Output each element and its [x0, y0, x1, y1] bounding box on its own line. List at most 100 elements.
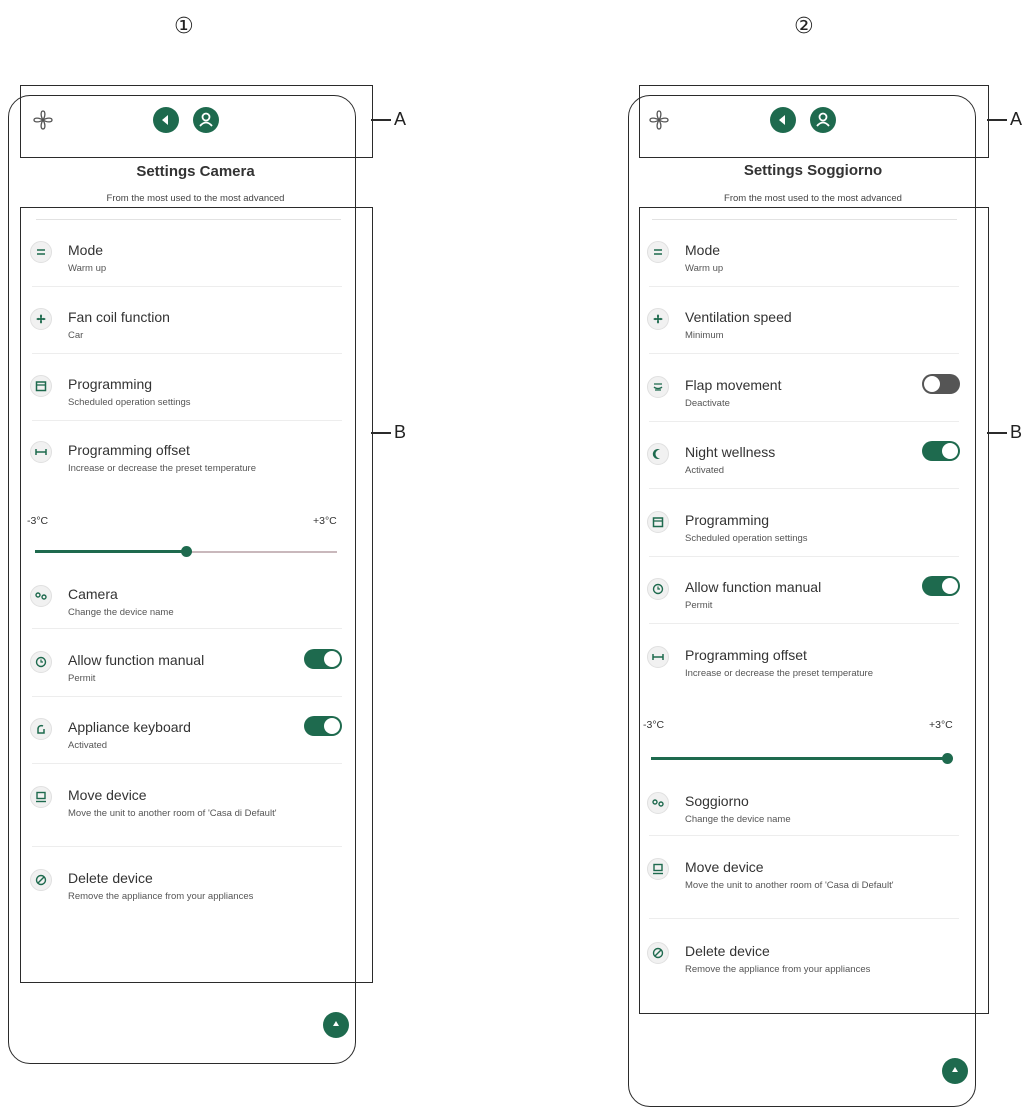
allow-function-manual-toggle[interactable]: [922, 576, 960, 596]
callout-label-a: A: [394, 109, 407, 129]
flap-movement-toggle[interactable]: [922, 374, 960, 394]
toggle-knob: [324, 651, 340, 667]
setting-label: Allow function manual: [685, 579, 822, 595]
setting-value: Warm up: [68, 263, 107, 274]
setting-label: Soggiorno: [685, 793, 749, 809]
setting-value: Deactivate: [685, 398, 730, 409]
page-title: Settings Soggiorno: [743, 162, 883, 179]
divider: [649, 421, 959, 422]
back-arrow-icon: [162, 115, 168, 125]
offset-icon: [647, 646, 669, 668]
divider: [32, 628, 342, 629]
setting-value: Permit: [685, 600, 713, 611]
page-subtitle: From the most used to the most advanced: [724, 193, 902, 204]
offset-slider-fill: [651, 757, 947, 760]
fan-logo-icon: [649, 110, 669, 130]
move-icon: [30, 786, 52, 808]
fan-logo-icon: [33, 110, 53, 130]
manual-icon: [647, 578, 669, 600]
page-title: Settings Camera: [136, 163, 255, 180]
user-icon: [816, 112, 830, 127]
divider: [649, 556, 959, 557]
delete-icon: [647, 942, 669, 964]
setting-value: Minimum: [685, 330, 724, 341]
divider: [32, 846, 342, 847]
divider: [36, 219, 341, 220]
callout-label-b: B: [394, 422, 407, 442]
user-button[interactable]: [810, 107, 836, 133]
callout-line-a: [987, 119, 1007, 121]
setting-label: Delete device: [68, 870, 153, 886]
callout-line-b: [987, 432, 1007, 434]
setting-label: Mode: [685, 242, 721, 258]
appliance-keyboard-toggle[interactable]: [304, 716, 342, 736]
setting-value: Change the device name: [68, 607, 174, 618]
setting-label: Programming: [685, 512, 770, 528]
back-arrow-icon: [779, 115, 785, 125]
divider: [32, 420, 342, 421]
night-wellness-toggle[interactable]: [922, 441, 960, 461]
callout-label-a: A: [1010, 109, 1023, 129]
rename-icon: [30, 585, 52, 607]
setting-label: Ventilation speed: [685, 309, 792, 325]
moon-icon: [647, 443, 669, 465]
back-button[interactable]: [770, 107, 796, 133]
divider: [32, 696, 342, 697]
divider: [649, 488, 959, 489]
setting-label: Allow function manual: [68, 652, 205, 668]
offset-slider-thumb[interactable]: [941, 753, 953, 764]
setting-label: Flap movement: [685, 377, 782, 393]
divider: [649, 835, 959, 836]
setting-value: Remove the appliance from your appliance…: [68, 891, 254, 902]
setting-value: Increase or decrease the preset temperat…: [68, 463, 256, 474]
rename-icon: [647, 792, 669, 814]
setting-value: Activated: [685, 465, 725, 476]
setting-value: Permit: [68, 673, 96, 684]
allow-function-manual-toggle[interactable]: [304, 649, 342, 669]
setting-value: Scheduled operation settings: [685, 533, 808, 544]
scroll-top-button[interactable]: [942, 1058, 968, 1084]
setting-label: Programming offset: [68, 442, 190, 458]
divider: [652, 219, 957, 220]
slider-min-label: -3°C: [27, 515, 49, 527]
scroll-top-button[interactable]: [323, 1012, 349, 1038]
setting-value: Increase or decrease the preset temperat…: [685, 668, 873, 679]
flap-icon: [647, 376, 669, 398]
calendar-icon: [30, 375, 52, 397]
screen-number: ②: [794, 14, 814, 39]
delete-icon: [30, 869, 52, 891]
divider: [32, 763, 342, 764]
manual-icon: [30, 651, 52, 673]
divider: [649, 623, 959, 624]
mode-icon: [30, 241, 52, 263]
callout-line-a: [371, 119, 391, 121]
divider: [32, 286, 342, 287]
setting-label: Camera: [68, 586, 118, 602]
toggle-knob: [924, 376, 940, 392]
slider-max-label: +3°C: [929, 719, 953, 731]
setting-value: Car: [68, 330, 84, 341]
fan-icon: [30, 308, 52, 330]
offset-slider-fill: [35, 550, 186, 553]
mode-icon: [647, 241, 669, 263]
setting-label: Night wellness: [685, 444, 776, 460]
setting-value: Move the unit to another room of 'Casa d…: [685, 880, 894, 891]
setting-label: Appliance keyboard: [68, 719, 191, 735]
toggle-knob: [942, 443, 958, 459]
divider: [32, 353, 342, 354]
setting-label: Move device: [685, 859, 764, 875]
user-icon: [199, 112, 213, 127]
offset-icon: [30, 441, 52, 463]
offset-slider-thumb[interactable]: [180, 546, 192, 557]
user-button[interactable]: [193, 107, 219, 133]
slider-min-label: -3°C: [643, 719, 665, 731]
setting-value: Remove the appliance from your appliance…: [685, 964, 871, 975]
setting-value: Move the unit to another room of 'Casa d…: [68, 808, 277, 819]
setting-label: Programming offset: [685, 647, 807, 663]
move-icon: [647, 858, 669, 880]
divider: [649, 353, 959, 354]
setting-value: Change the device name: [685, 814, 791, 825]
back-button[interactable]: [153, 107, 179, 133]
slider-max-label: +3°C: [313, 515, 337, 527]
setting-label: Programming: [68, 376, 153, 392]
